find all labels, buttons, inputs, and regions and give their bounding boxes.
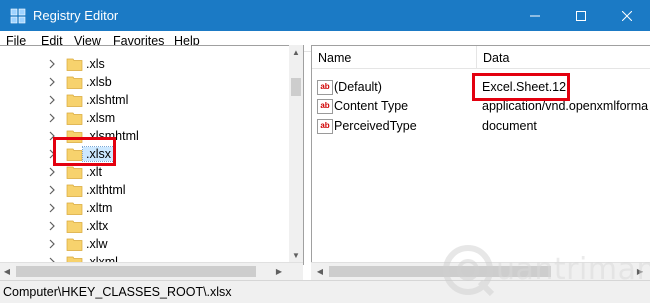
value-data: application/vnd.openxmlforma [482, 99, 649, 113]
scroll-left-icon[interactable]: ◀ [0, 264, 14, 278]
chevron-right-icon[interactable] [48, 184, 56, 196]
chevron-right-icon[interactable] [48, 238, 56, 250]
tree-item-label: .xlsm [86, 111, 116, 125]
string-value-icon: ab [317, 119, 333, 134]
minimize-button[interactable] [512, 0, 558, 31]
close-icon [622, 10, 632, 21]
tree-item-label: .xls [86, 57, 105, 71]
maximize-icon [576, 10, 586, 21]
minimize-icon [530, 15, 540, 16]
tree-vertical-scrollbar[interactable]: ▲ ▼ [289, 45, 303, 263]
title-bar: Registry Editor [0, 0, 650, 31]
watermark-logo-icon [443, 245, 495, 297]
key-tree-pane[interactable]: .xls .xlsb .xlshtml .xlsm .xlsmhtml .xls… [0, 45, 304, 265]
list-header: Name Data [312, 46, 650, 69]
watermark-text: uantrimang [496, 252, 650, 287]
close-button[interactable] [604, 0, 650, 31]
scroll-thumb[interactable] [291, 78, 301, 96]
folder-icon [66, 58, 83, 71]
column-header-name[interactable]: Name [318, 51, 351, 65]
registry-editor-icon [10, 8, 26, 24]
tree-item-label: .xlt [86, 165, 102, 179]
chevron-right-icon[interactable] [48, 58, 56, 70]
folder-icon [66, 112, 83, 125]
tree-item[interactable]: .xltx [0, 217, 290, 235]
tree-item[interactable]: .xlt [0, 163, 290, 181]
tree-item[interactable]: .xlshtml [0, 91, 290, 109]
folder-icon [66, 184, 83, 197]
scroll-right-icon[interactable]: ▶ [272, 264, 286, 278]
tree-item[interactable]: .xltm [0, 199, 290, 217]
folder-icon [66, 166, 83, 179]
chevron-right-icon[interactable] [48, 166, 56, 178]
column-divider[interactable] [476, 46, 477, 68]
folder-icon [66, 202, 83, 215]
string-value-icon: ab [317, 80, 333, 95]
tree-item[interactable]: .xlw [0, 235, 290, 253]
chevron-right-icon[interactable] [48, 94, 56, 106]
scroll-left-icon[interactable]: ◀ [313, 264, 327, 278]
tree-item-label: .xltm [86, 201, 113, 215]
maximize-button[interactable] [558, 0, 604, 31]
tree-item-label: .xlw [86, 237, 108, 251]
chevron-right-icon[interactable] [48, 76, 56, 88]
folder-icon [66, 76, 83, 89]
chevron-right-icon[interactable] [48, 112, 56, 124]
tree-item[interactable]: .xlsmhtml [0, 127, 290, 145]
value-name: PerceivedType [334, 119, 417, 133]
folder-icon [66, 94, 83, 107]
tree-item[interactable]: .xlsb [0, 73, 290, 91]
folder-icon [66, 220, 83, 233]
scroll-thumb[interactable] [16, 266, 256, 277]
tree-item-label: .xlsb [86, 75, 112, 89]
tree-item[interactable]: .xls [0, 55, 290, 73]
tree-item-selected[interactable]: .xlsx [0, 145, 290, 163]
scroll-up-icon[interactable]: ▲ [289, 45, 303, 59]
window-title: Registry Editor [33, 8, 119, 23]
chevron-right-icon[interactable] [48, 220, 56, 232]
tree-item-label: .xlshtml [86, 93, 129, 107]
value-name: (Default) [334, 80, 382, 94]
registry-path: Computer\HKEY_CLASSES_ROOT\.xlsx [3, 285, 232, 299]
string-value-icon: ab [317, 99, 333, 114]
chevron-right-icon[interactable] [48, 202, 56, 214]
tree-item-label: .xltx [86, 219, 109, 233]
value-name: Content Type [334, 99, 409, 113]
list-item[interactable]: ab PerceivedType document [312, 116, 650, 136]
highlight-box-default-data [472, 73, 570, 101]
column-header-data[interactable]: Data [483, 51, 509, 65]
value-data: document [482, 119, 537, 133]
watermark: uantrimang [438, 238, 650, 302]
highlight-box-xlsx-key [53, 137, 116, 166]
tree-item-label: .xlthtml [86, 183, 126, 197]
tree-item[interactable]: .xlsm [0, 109, 290, 127]
scroll-down-icon[interactable]: ▼ [289, 248, 303, 262]
tree-item[interactable]: .xlthtml [0, 181, 290, 199]
tree-horizontal-scrollbar[interactable]: ◀ ▶ [0, 262, 303, 280]
folder-icon [66, 238, 83, 251]
